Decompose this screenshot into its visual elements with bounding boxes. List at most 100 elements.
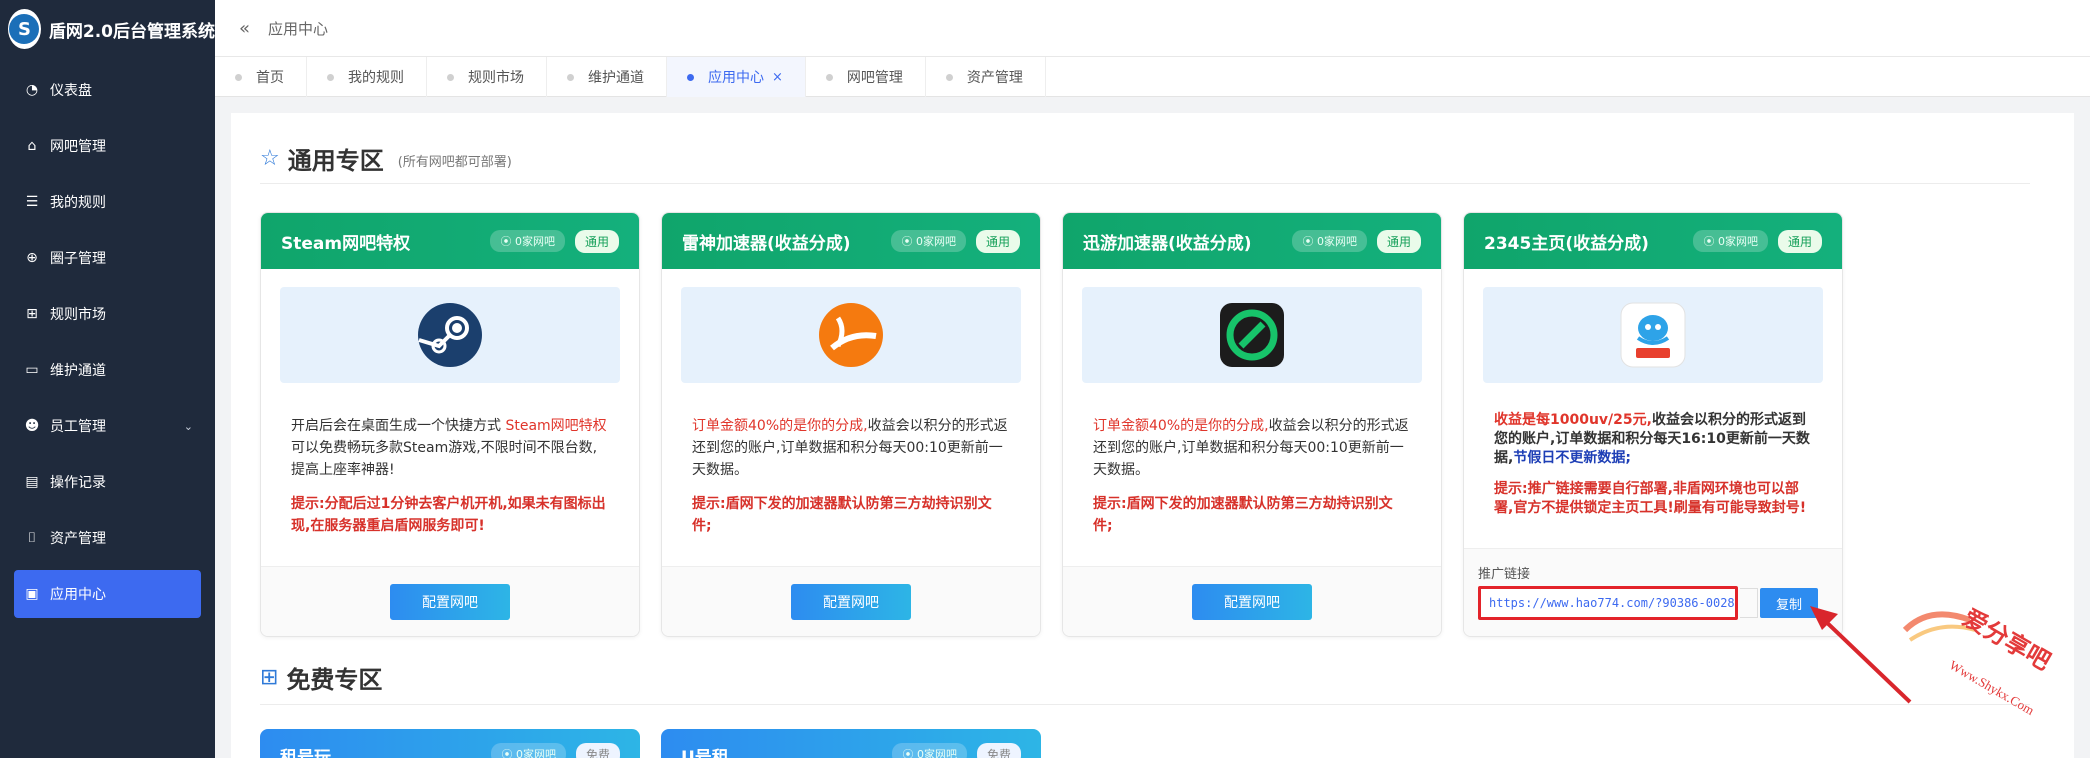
- promo-label: 推广链接: [1478, 567, 1531, 582]
- sidebar-item-logs[interactable]: ▤ 操作记录: [0, 454, 215, 510]
- section-divider: [260, 704, 2030, 705]
- card-tip: 提示:盾网下发的加速器默认防第三方劫持识别文件;: [692, 496, 992, 534]
- type-badge: 免费: [976, 743, 1021, 758]
- tab-label: 我的规则: [348, 70, 404, 86]
- plus-circle-icon: ⊕: [26, 250, 38, 266]
- count-text: 0家网吧: [514, 235, 555, 248]
- app-icon: ▣: [25, 586, 39, 602]
- tab-dot: [235, 73, 242, 81]
- list-icon: ☰: [25, 194, 39, 210]
- sidebar-item-label: 操作记录: [50, 475, 106, 491]
- tab-label: 维护通道: [588, 70, 644, 86]
- tab-label: 网吧管理: [846, 70, 903, 86]
- desc-highlight: 订单金额40%的是你的分成,: [1093, 418, 1269, 434]
- tab-my-rules[interactable]: 我的规则: [307, 57, 427, 97]
- tab-label: 规则市场: [468, 70, 524, 86]
- tab-assets[interactable]: 资产管理: [926, 57, 1046, 97]
- sidebar-item-netbar[interactable]: ⌂ 网吧管理: [0, 118, 215, 174]
- card-description: 收益是每1000uv/25元,收益会以积分的形式返到您的账户,订单数据和积分每天…: [1464, 383, 1842, 566]
- type-badge: 通用: [574, 229, 619, 253]
- sidebar-item-maintenance[interactable]: ▭ 维护通道: [0, 342, 215, 398]
- tab-netbar[interactable]: 网吧管理: [806, 57, 926, 97]
- sidebar-item-my-rules[interactable]: ☰ 我的规则: [0, 174, 215, 230]
- card-image: [1082, 287, 1422, 383]
- sidebar-item-label: 员工管理: [50, 419, 106, 435]
- configure-netbar-button[interactable]: 配置网吧: [1192, 583, 1312, 620]
- app-card-2345: 2345主页(收益分成) ⦿ 0家网吧 通用 收益是每1000uv/25元,收益…: [1463, 212, 1843, 637]
- collapse-icon[interactable]: «: [239, 18, 250, 39]
- type-badge: 通用: [1376, 229, 1421, 253]
- card-tip: 提示:推广链接需要自行部署,非盾网环境也可以部署,官方不提供锁定主页工具!刷量有…: [1494, 481, 1807, 516]
- card-title: 租号玩: [280, 748, 331, 758]
- desc-highlight: Steam网吧特权: [505, 418, 607, 434]
- sidebar-item-label: 仪表盘: [50, 83, 92, 99]
- sidebar: S 盾网2.0后台管理系统 ◔ 仪表盘 ⌂ 网吧管理 ☰ 我的规则 ⊕ 圈子管理 ⊞ 规则…: [0, 0, 215, 758]
- card-footer: 推广链接 https://www.hao774.com/?90386-0028 …: [1464, 548, 1842, 636]
- netbar-count-badge: ⦿ 0家网吧: [491, 743, 566, 758]
- desc-highlight: 订单金额40%的是你的分成,: [692, 418, 868, 434]
- sidebar-item-assets[interactable]: ⌷ 资产管理: [0, 510, 215, 566]
- monitor-icon: ▭: [25, 362, 39, 378]
- sidebar-item-label: 网吧管理: [50, 139, 106, 155]
- promo-row: https://www.hao774.com/?90386-0028 复制: [1478, 586, 1828, 620]
- sidebar-item-staff[interactable]: ☻ 员工管理 ⌄: [0, 398, 215, 454]
- promo-url-field[interactable]: https://www.hao774.com/?90386-0028: [1478, 586, 1738, 620]
- desc-highlight-blue: 节假日不更新数据;: [1513, 450, 1631, 466]
- sidebar-menu: ◔ 仪表盘 ⌂ 网吧管理 ☰ 我的规则 ⊕ 圈子管理 ⊞ 规则市场 ▭ 维护通道 ☻ 员工管理…: [0, 62, 215, 618]
- tab-app-center[interactable]: 应用中心 ×: [667, 57, 806, 97]
- tab-label: 应用中心: [708, 70, 764, 86]
- netbar-count-badge: ⦿ 0家网吧: [490, 230, 565, 252]
- netbar-count-badge: ⦿ 0家网吧: [892, 743, 967, 758]
- app-card-leishen: 雷神加速器(收益分成) ⦿ 0家网吧 通用 订单金额40%的是你的分成,收益会以…: [661, 212, 1041, 637]
- card-description: 开启后会在桌面生成一个快捷方式 Steam网吧特权 可以免费畅玩多款Steam游…: [261, 383, 639, 566]
- sidebar-item-app-center[interactable]: ▣ 应用中心: [14, 570, 201, 618]
- promo-link-box: 推广链接 https://www.hao774.com/?90386-0028 …: [1464, 549, 1842, 620]
- tab-dot: [687, 73, 694, 81]
- card-title: 迅游加速器(收益分成): [1083, 233, 1252, 254]
- section-title-text: 通用专区: [287, 147, 384, 175]
- sidebar-item-label: 圈子管理: [50, 251, 106, 267]
- section-general-title: ☆ 通用专区 (所有网吧都可部署): [260, 141, 512, 176]
- netbar-count-badge: ⦿ 0家网吧: [1693, 230, 1768, 252]
- tab-dot: [327, 73, 334, 81]
- card-header: 雷神加速器(收益分成) ⦿ 0家网吧 通用: [662, 213, 1040, 269]
- card-title: Steam网吧特权: [281, 233, 411, 254]
- configure-netbar-button[interactable]: 配置网吧: [791, 583, 911, 620]
- count-text: 0家网吧: [916, 748, 957, 758]
- tab-label: 首页: [256, 70, 284, 86]
- netbar-count-badge: ⦿ 0家网吧: [891, 230, 966, 252]
- tab-dot: [447, 73, 454, 81]
- section-title-text: 免费专区: [286, 666, 383, 694]
- netbar-count-badge: ⦿ 0家网吧: [1292, 230, 1367, 252]
- card-description: 订单金额40%的是你的分成,收益会以积分的形式返还到您的账户,订单数据和积分每天…: [1063, 383, 1441, 566]
- count-text: 0家网吧: [515, 748, 556, 758]
- sidebar-item-rule-market[interactable]: ⊞ 规则市场: [0, 286, 215, 342]
- tab-bar: 首页 我的规则 规则市场 维护通道 应用中心 × 网吧管理 资产管理: [215, 57, 2090, 97]
- configure-netbar-button[interactable]: 配置网吧: [390, 583, 510, 620]
- card-title: 雷神加速器(收益分成): [682, 233, 851, 254]
- sidebar-item-dashboard[interactable]: ◔ 仪表盘: [0, 62, 215, 118]
- tab-home[interactable]: 首页: [215, 57, 307, 97]
- card-header: 2345主页(收益分成) ⦿ 0家网吧 通用: [1464, 213, 1842, 269]
- user-icon: ☻: [24, 418, 40, 434]
- card-title: U号租: [681, 748, 729, 758]
- desc-text: 开启后会在桌面生成一个快捷方式: [291, 418, 506, 434]
- gift-icon: ⊞: [260, 665, 279, 690]
- sidebar-item-label: 应用中心: [50, 587, 106, 603]
- app-title: 盾网2.0后台管理系统: [48, 21, 215, 42]
- app-card-zuhaowan: 租号玩 ⦿ 0家网吧 免费: [260, 729, 640, 758]
- watermark: 爱分享吧 Www.Shykx.Com: [1900, 600, 2080, 750]
- section-free-title: ⊞ 免费专区: [260, 660, 382, 695]
- card-header: Steam网吧特权 ⦿ 0家网吧 通用: [261, 213, 639, 269]
- card-footer: 配置网吧: [1063, 566, 1441, 636]
- header: « 应用中心: [215, 0, 2090, 57]
- count-text: 0家网吧: [1717, 235, 1758, 248]
- card-description: 订单金额40%的是你的分成,收益会以积分的形式返还到您的账户,订单数据和积分每天…: [662, 383, 1040, 566]
- card-tip: 提示:分配后过1分钟去客户机开机,如果未有图标出现,在服务器重启盾网服务即可!: [291, 496, 606, 534]
- sidebar-item-circle[interactable]: ⊕ 圈子管理: [0, 230, 215, 286]
- tab-maintenance[interactable]: 维护通道: [547, 57, 667, 97]
- close-icon[interactable]: ×: [772, 70, 783, 85]
- logo-mark: S: [9, 14, 40, 44]
- card-header: 迅游加速器(收益分成) ⦿ 0家网吧 通用: [1063, 213, 1441, 269]
- tab-rule-market[interactable]: 规则市场: [427, 57, 547, 97]
